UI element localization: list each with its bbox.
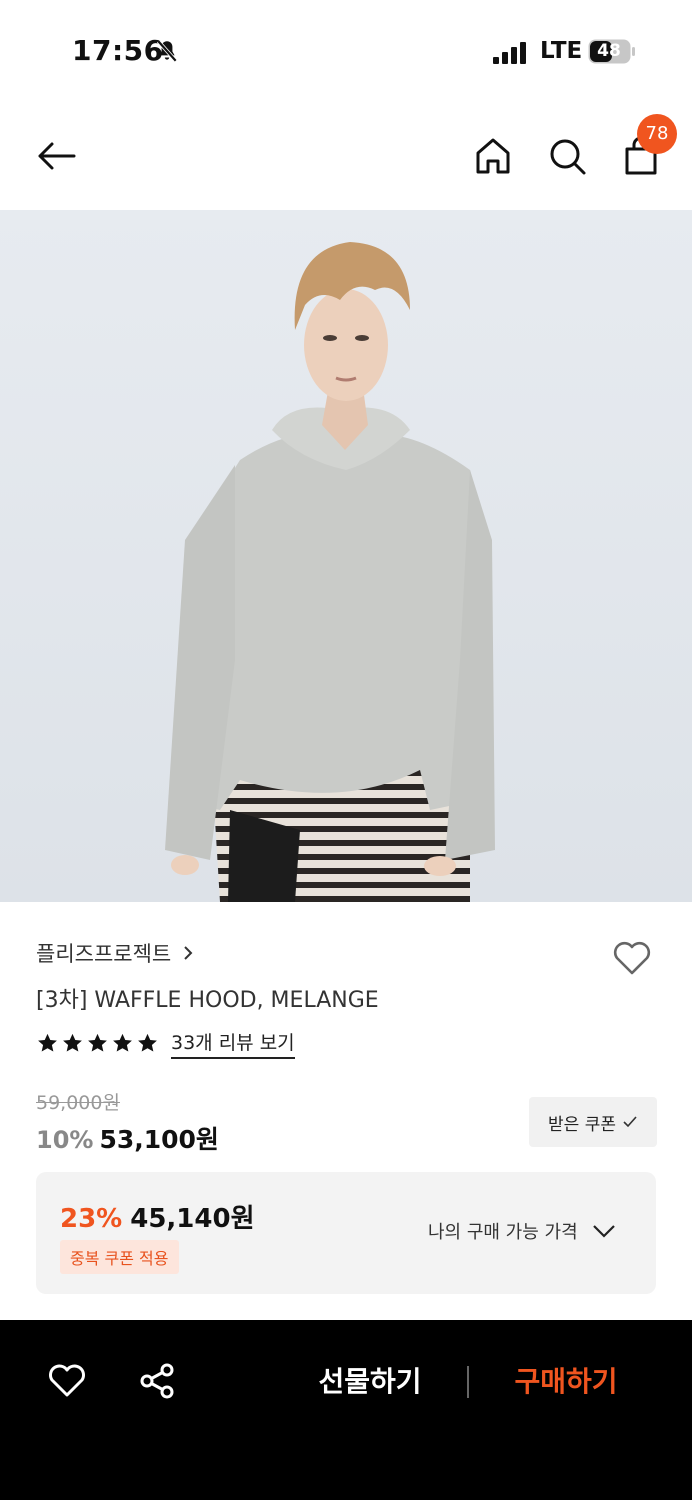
network-type: LTE bbox=[540, 38, 583, 64]
my-price-row: 23% 45,140원 bbox=[60, 1198, 255, 1235]
star-icon bbox=[88, 1033, 107, 1052]
chevron-right-icon bbox=[184, 946, 193, 960]
model-photo bbox=[0, 210, 692, 902]
signal-icon bbox=[493, 42, 526, 64]
received-coupon-button[interactable]: 받은 쿠폰 bbox=[529, 1097, 657, 1147]
status-time: 17:56 bbox=[72, 34, 164, 67]
cart-count-badge: 78 bbox=[637, 114, 677, 154]
share-icon[interactable] bbox=[136, 1360, 178, 1402]
product-image[interactable] bbox=[0, 210, 692, 902]
buy-button[interactable]: 구매하기 bbox=[496, 1360, 636, 1404]
star-icon bbox=[138, 1033, 157, 1052]
my-discount-rate: 23% bbox=[60, 1204, 123, 1234]
coupon-button-label: 받은 쿠폰 bbox=[548, 1114, 616, 1135]
divider bbox=[467, 1366, 469, 1398]
brand-link[interactable]: 플리즈프로젝트 bbox=[36, 938, 195, 968]
my-price: 45,140원 bbox=[130, 1204, 255, 1234]
duplicate-coupon-badge: 중복 쿠폰 적용 bbox=[60, 1240, 179, 1274]
wishlist-heart-icon[interactable] bbox=[610, 936, 654, 980]
home-icon[interactable] bbox=[471, 134, 515, 178]
nav-bar bbox=[0, 100, 692, 210]
check-icon bbox=[623, 1116, 637, 1128]
discount-rate: 10% bbox=[36, 1126, 94, 1154]
review-link[interactable]: 33개 리뷰 보기 bbox=[171, 1028, 295, 1059]
back-arrow-icon[interactable] bbox=[34, 134, 78, 178]
star-icon bbox=[63, 1033, 82, 1052]
my-price-toggle-label: 나의 구매 가능 가격 bbox=[428, 1222, 578, 1243]
star-icon bbox=[113, 1033, 132, 1052]
chevron-down-icon bbox=[592, 1225, 615, 1238]
status-bar: 17:56 LTE 48 bbox=[0, 0, 692, 100]
bell-off-icon bbox=[156, 39, 178, 63]
original-price: 59,000원 bbox=[36, 1092, 120, 1114]
price-row: 10% 53,100원 bbox=[36, 1120, 219, 1156]
sale-price: 53,100원 bbox=[99, 1125, 219, 1154]
brand-name: 플리즈프로젝트 bbox=[36, 942, 172, 966]
rating-stars bbox=[36, 1032, 159, 1055]
heart-icon[interactable] bbox=[46, 1360, 88, 1402]
my-price-panel[interactable]: 23% 45,140원 중복 쿠폰 적용 나의 구매 가능 가격 bbox=[36, 1172, 656, 1294]
product-name: [3차] WAFFLE HOOD, MELANGE bbox=[36, 988, 379, 1013]
rating-row: 33개 리뷰 보기 bbox=[36, 1028, 295, 1059]
gift-button[interactable]: 선물하기 bbox=[300, 1360, 440, 1404]
search-icon[interactable] bbox=[545, 134, 589, 178]
battery-level: 48 bbox=[597, 41, 621, 61]
bottom-action-bar: 선물하기 구매하기 bbox=[0, 1320, 692, 1500]
star-icon bbox=[38, 1033, 57, 1052]
my-price-toggle[interactable]: 나의 구매 가능 가격 bbox=[428, 1218, 616, 1244]
